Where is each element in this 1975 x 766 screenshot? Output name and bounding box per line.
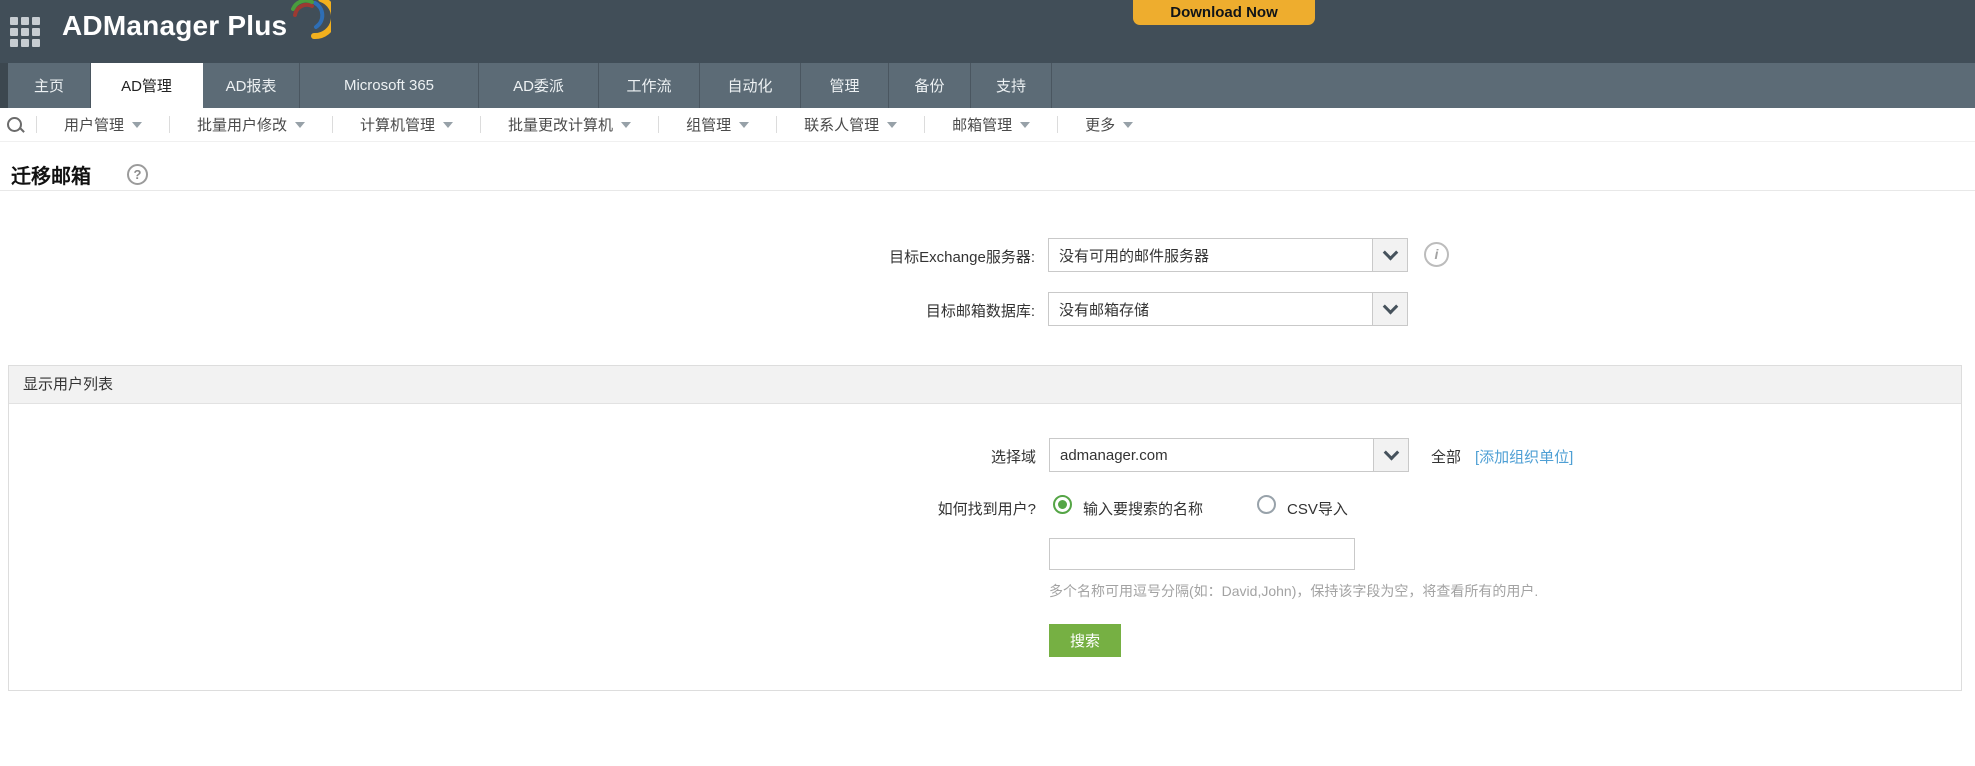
domain-select[interactable]: admanager.com [1049, 438, 1409, 472]
menu-user-management[interactable]: 用户管理 [37, 108, 169, 142]
menu-label: 组管理 [686, 114, 731, 135]
menu-label: 用户管理 [64, 114, 124, 135]
tab-support[interactable]: 支持 [971, 63, 1052, 108]
menu-label: 批量更改计算机 [508, 114, 613, 135]
radio-search-by-name[interactable] [1053, 495, 1072, 514]
top-bar: ADManager Plus Download Now [0, 0, 1975, 63]
panel-header: 显示用户列表 [9, 366, 1961, 404]
menu-label: 批量用户修改 [197, 114, 287, 135]
selected-value: admanager.com [1050, 447, 1373, 464]
search-button[interactable]: 搜索 [1049, 624, 1121, 657]
chevron-down-icon[interactable] [1373, 439, 1408, 471]
chevron-down-icon[interactable] [1372, 239, 1407, 271]
search-icon[interactable] [6, 115, 26, 135]
page-title: 迁移邮箱 [11, 160, 91, 189]
tab-workflow[interactable]: 工作流 [599, 63, 700, 108]
info-icon[interactable]: i [1424, 242, 1449, 267]
caret-down-icon [887, 122, 897, 128]
radio-search-by-name-label[interactable]: 输入要搜索的名称 [1083, 498, 1203, 519]
menu-bulk-user-modify[interactable]: 批量用户修改 [170, 108, 332, 142]
logo-text: ADManager Plus [62, 10, 287, 42]
tab-ad-management[interactable]: AD管理 [91, 63, 203, 108]
target-exchange-server-select[interactable]: 没有可用的邮件服务器 [1048, 238, 1408, 272]
search-hint-text: 多个名称可用逗号分隔(如：David,John)，保持该字段为空，将查看所有的用… [1049, 581, 1538, 601]
menu-label: 计算机管理 [360, 114, 435, 135]
menu-bulk-computer-modify[interactable]: 批量更改计算机 [481, 108, 658, 142]
tab-backup[interactable]: 备份 [889, 63, 971, 108]
caret-down-icon [132, 122, 142, 128]
selected-value: 没有邮箱存储 [1049, 299, 1372, 320]
names-search-input[interactable] [1049, 538, 1355, 570]
tab-admin[interactable]: 管理 [801, 63, 889, 108]
menu-computer-management[interactable]: 计算机管理 [333, 108, 480, 142]
menu-contact-management[interactable]: 联系人管理 [777, 108, 924, 142]
radio-csv-import[interactable] [1257, 495, 1276, 514]
menu-group-management[interactable]: 组管理 [659, 108, 776, 142]
selected-value: 没有可用的邮件服务器 [1049, 245, 1372, 266]
secondary-nav: 用户管理 批量用户修改 计算机管理 批量更改计算机 组管理 联系人管理 邮箱管理… [0, 108, 1975, 142]
tab-home[interactable]: 主页 [8, 63, 91, 108]
caret-down-icon [443, 122, 453, 128]
add-ou-link[interactable]: [添加组织单位] [1475, 446, 1573, 467]
ou-scope-text: 全部 [1431, 446, 1461, 467]
caret-down-icon [739, 122, 749, 128]
main-tab-bar: 主页 AD管理 AD报表 Microsoft 365 AD委派 工作流 自动化 … [0, 63, 1975, 108]
caret-down-icon [295, 122, 305, 128]
tab-ad-delegation[interactable]: AD委派 [479, 63, 599, 108]
menu-mailbox-management[interactable]: 邮箱管理 [925, 108, 1057, 142]
caret-down-icon [621, 122, 631, 128]
show-user-list-panel: 显示用户列表 选择域 admanager.com 全部 [添加组织单位] 如何找… [8, 365, 1962, 691]
logo-swirl-icon [285, 0, 331, 42]
caret-down-icon [1123, 122, 1133, 128]
chevron-down-icon[interactable] [1372, 293, 1407, 325]
caret-down-icon [1020, 122, 1030, 128]
menu-label: 联系人管理 [804, 114, 879, 135]
help-icon[interactable]: ? [127, 164, 148, 185]
logo: ADManager Plus [62, 10, 331, 42]
divider [0, 190, 1975, 191]
tab-ad-reports[interactable]: AD报表 [203, 63, 300, 108]
download-now-button[interactable]: Download Now [1133, 0, 1315, 25]
app-grid-icon[interactable] [10, 17, 42, 47]
how-to-find-users-label: 如何找到用户? [696, 498, 1036, 519]
menu-label: 邮箱管理 [952, 114, 1012, 135]
select-domain-label: 选择域 [696, 446, 1036, 467]
menu-more[interactable]: 更多 [1058, 108, 1160, 142]
tab-automation[interactable]: 自动化 [700, 63, 801, 108]
menu-label: 更多 [1085, 114, 1115, 135]
tab-microsoft-365[interactable]: Microsoft 365 [300, 63, 479, 108]
target-mailbox-db-select[interactable]: 没有邮箱存储 [1048, 292, 1408, 326]
radio-csv-import-label[interactable]: CSV导入 [1287, 498, 1348, 519]
target-mailbox-db-label: 目标邮箱数据库: [695, 300, 1035, 321]
target-exchange-server-label: 目标Exchange服务器: [695, 246, 1035, 267]
